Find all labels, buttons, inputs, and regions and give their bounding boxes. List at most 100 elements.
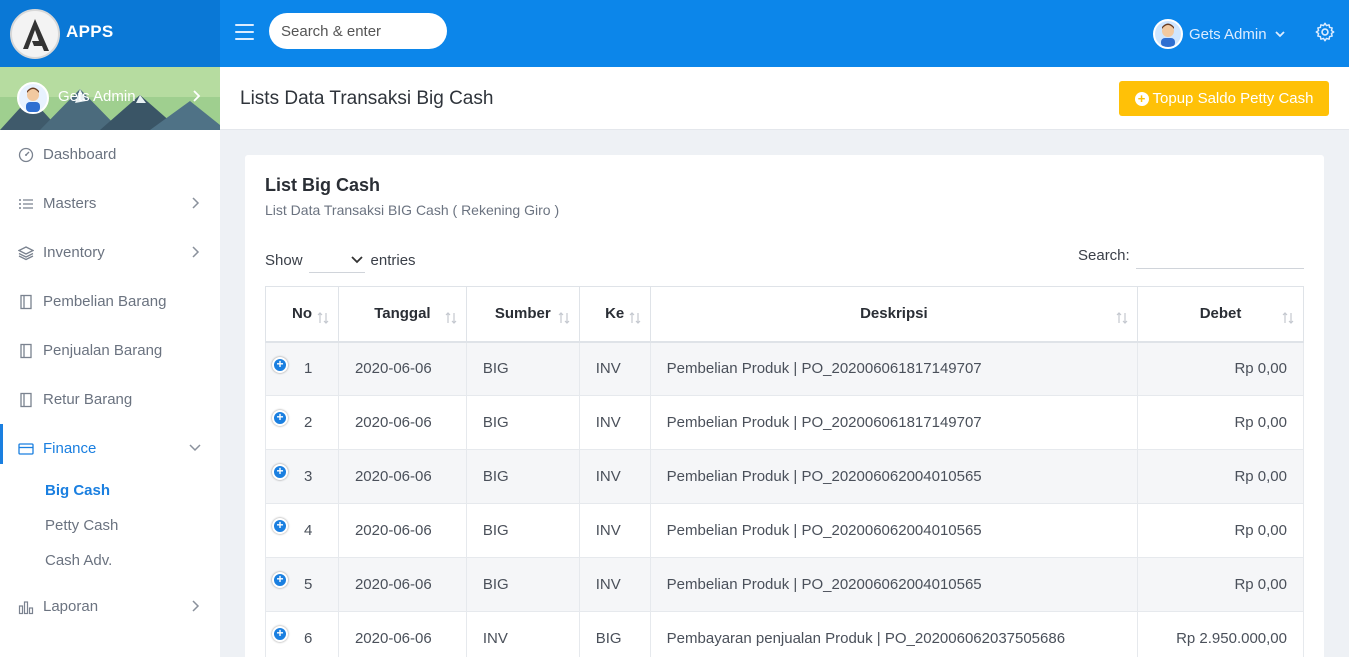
cell-deskripsi: Pembayaran penjualan Produk | PO_2020060… (649, 611, 1139, 657)
user-name: Gets Admin (1189, 25, 1267, 43)
cell-sumber: BIG (465, 557, 580, 612)
sidebar-subitem-cash-adv[interactable]: Cash Adv. (0, 543, 220, 578)
column-header-ke[interactable]: Ke (578, 286, 651, 343)
cell-no-value: 2 (304, 414, 313, 431)
sidebar-item-dashboard[interactable]: Dashboard (0, 130, 220, 179)
cell-deskripsi: Pembelian Produk | PO_202006061817149707 (649, 395, 1139, 450)
cell-no-value: 4 (304, 522, 313, 539)
column-label: Sumber (494, 305, 551, 323)
gauge-icon (18, 147, 34, 162)
sidebar-item-pembelian-barang[interactable]: Pembelian Barang (0, 277, 220, 326)
profile-avatar (17, 82, 49, 114)
sidebar-item-label: Masters (43, 195, 97, 212)
entries-length-control: Show entries (265, 247, 416, 273)
sidebar-item-masters[interactable]: Masters (0, 179, 220, 228)
cell-tanggal: 2020-06-06 (337, 341, 467, 396)
table-search-input[interactable] (1136, 241, 1304, 269)
entries-select[interactable] (308, 247, 365, 273)
sort-icon (1282, 312, 1294, 324)
chevron-down-icon (1274, 31, 1285, 38)
cell-no: +5 (265, 557, 339, 612)
user-menu[interactable]: Gets Admin (1153, 18, 1285, 50)
column-header-deskripsi[interactable]: Deskripsi (649, 286, 1139, 343)
cell-ke: INV (578, 449, 651, 504)
table-row[interactable]: +5 2020-06-06 BIG INV Pembelian Produk |… (265, 557, 1304, 612)
user-avatar (1153, 19, 1183, 49)
cell-debet: Rp 0,00 (1137, 341, 1304, 396)
table-header-row: No Tanggal Sumber Ke Deskripsi Debet (265, 286, 1304, 343)
card-subtitle: List Data Transaksi BIG Cash ( Rekening … (265, 202, 560, 218)
cell-no-value: 1 (304, 360, 313, 378)
table-row[interactable]: +4 2020-06-06 BIG INV Pembelian Produk |… (265, 503, 1304, 558)
sidebar-item-finance[interactable]: Finance (0, 424, 220, 473)
topup-petty-cash-button[interactable]: + Topup Saldo Petty Cash (1119, 81, 1329, 116)
sidebar-item-label: Retur Barang (43, 391, 133, 408)
sidebar-subitem-petty-cash[interactable]: Petty Cash (0, 508, 220, 543)
sidebar: Gets Admin Dashboard Masters Inventory P… (0, 67, 220, 657)
table-row[interactable]: +1 2020-06-06 BIG INV Pembelian Produk |… (265, 341, 1304, 396)
cell-debet: Rp 0,00 (1137, 395, 1304, 450)
cell-no: +4 (265, 503, 339, 558)
table-search-label: Search: (1078, 247, 1130, 264)
app-logo (10, 9, 60, 59)
cell-no: +1 (265, 341, 339, 396)
cell-no: +3 (265, 449, 339, 504)
chevron-down-icon (189, 444, 201, 452)
cell-deskripsi: Pembelian Produk | PO_202006061817149707 (649, 341, 1139, 396)
cell-ke: INV (578, 557, 651, 612)
bar-chart-icon (18, 600, 34, 614)
sidebar-item-label: Pembelian Barang (43, 293, 167, 310)
expand-row-icon[interactable]: + (272, 626, 288, 642)
expand-row-icon[interactable]: + (272, 464, 288, 480)
chevron-right-icon (192, 197, 200, 209)
table-row[interactable]: +2 2020-06-06 BIG INV Pembelian Produk |… (265, 395, 1304, 450)
cell-no-value: 3 (304, 468, 313, 485)
cell-tanggal: 2020-06-06 (337, 503, 467, 558)
cell-sumber: BIG (465, 449, 580, 504)
column-label: Debet (1199, 305, 1242, 323)
sidebar-item-label: Laporan (43, 598, 99, 615)
sidebar-item-laporan[interactable]: Laporan (0, 582, 220, 631)
column-header-no[interactable]: No (265, 286, 339, 343)
table-row[interactable]: +3 2020-06-06 BIG INV Pembelian Produk |… (265, 449, 1304, 504)
expand-row-icon[interactable]: + (272, 518, 288, 534)
expand-row-icon[interactable]: + (272, 356, 288, 373)
global-search-input[interactable] (269, 13, 447, 49)
list-icon (19, 198, 33, 209)
column-header-debet[interactable]: Debet (1137, 286, 1304, 343)
sidebar-nav: Dashboard Masters Inventory Pembelian Ba… (0, 130, 220, 631)
big-cash-table: No Tanggal Sumber Ke Deskripsi Debet +1 … (265, 286, 1304, 657)
sidebar-item-penjualan-barang[interactable]: Penjualan Barang (0, 326, 220, 375)
sidebar-item-inventory[interactable]: Inventory (0, 228, 220, 277)
cell-tanggal: 2020-06-06 (337, 395, 467, 450)
cell-no-value: 6 (304, 630, 313, 647)
cell-no-value: 5 (304, 576, 313, 593)
cell-tanggal: 2020-06-06 (337, 557, 467, 612)
cell-ke: INV (578, 503, 651, 558)
sort-icon (317, 312, 329, 324)
column-header-sumber[interactable]: Sumber (465, 286, 580, 343)
column-header-tanggal[interactable]: Tanggal (337, 286, 467, 343)
column-label: No (291, 305, 312, 323)
sidebar-profile[interactable]: Gets Admin (0, 67, 220, 130)
cell-tanggal: 2020-06-06 (337, 611, 467, 657)
sort-icon (558, 312, 570, 324)
credit-card-icon (18, 442, 34, 455)
brand[interactable]: APPS (0, 0, 220, 67)
topup-button-label: Topup Saldo Petty Cash (1152, 90, 1314, 107)
cell-sumber: INV (465, 611, 580, 657)
sidebar-subitem-big-cash[interactable]: Big Cash (0, 473, 220, 508)
gear-icon[interactable] (1314, 21, 1336, 43)
cell-deskripsi: Pembelian Produk | PO_202006062004010565 (649, 449, 1139, 504)
cell-deskripsi: Pembelian Produk | PO_202006062004010565 (649, 557, 1139, 612)
sidebar-item-label: Finance (43, 440, 97, 457)
menu-toggle-icon[interactable] (235, 24, 254, 40)
expand-row-icon[interactable]: + (272, 572, 288, 588)
expand-row-icon[interactable]: + (272, 410, 288, 426)
cell-debet: Rp 2.950.000,00 (1137, 611, 1304, 657)
big-cash-card: List Big Cash List Data Transaksi BIG Ca… (245, 155, 1324, 657)
sidebar-item-retur-barang[interactable]: Retur Barang (0, 375, 220, 424)
notebook-icon (20, 392, 32, 407)
table-row[interactable]: +6 2020-06-06 INV BIG Pembayaran penjual… (265, 611, 1304, 657)
cell-ke: INV (578, 341, 651, 396)
